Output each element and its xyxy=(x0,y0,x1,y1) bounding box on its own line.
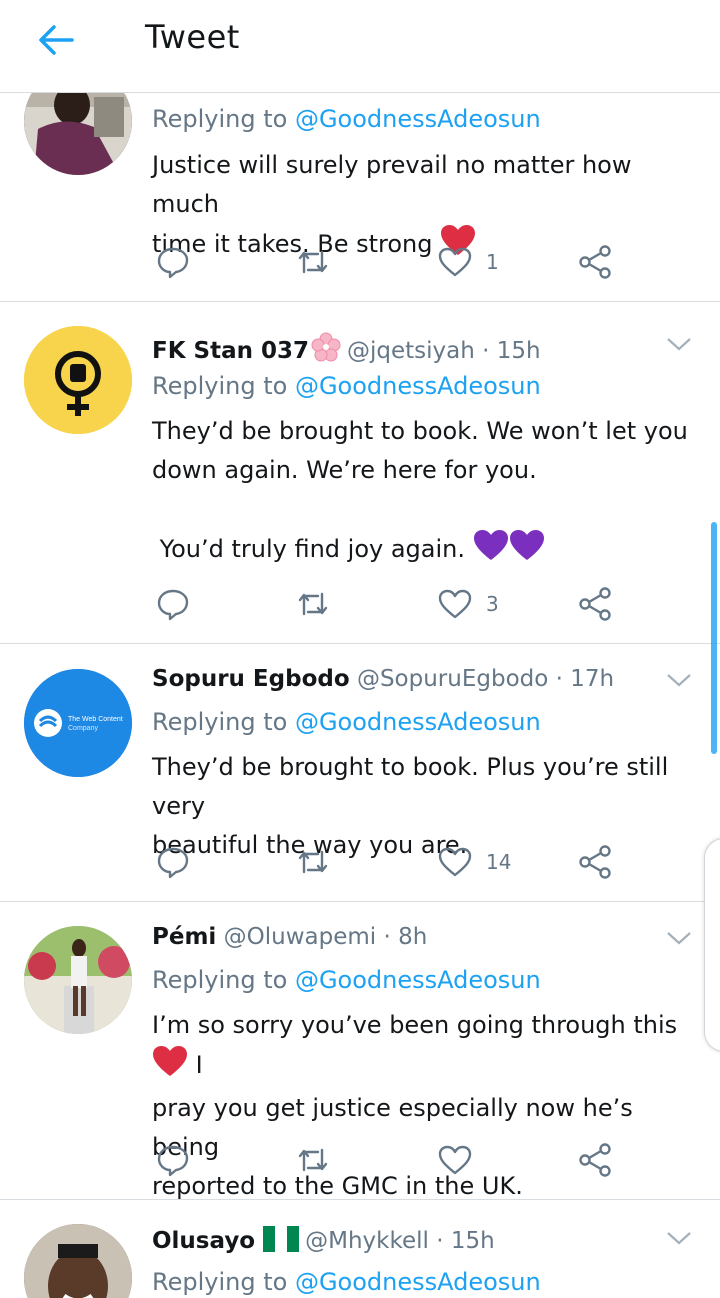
display-name[interactable]: FK Stan 037 xyxy=(152,338,309,364)
mention-link[interactable]: @GoodnessAdeosun xyxy=(295,105,541,133)
replying-to: Replying to @GoodnessAdeosun xyxy=(152,1268,541,1296)
share-icon xyxy=(579,845,611,879)
timestamp: · 17h xyxy=(555,666,615,692)
share-button[interactable] xyxy=(578,242,612,282)
handle[interactable]: @Mhykkell xyxy=(305,1228,429,1254)
replies-feed: Replying to @GoodnessAdeosun Justice wil… xyxy=(0,0,720,1298)
retweet-icon xyxy=(298,592,328,616)
page-title: Tweet xyxy=(145,18,240,56)
share-icon xyxy=(579,1143,611,1177)
replying-to: Replying to @GoodnessAdeosun xyxy=(152,372,541,400)
like-button[interactable] xyxy=(438,1140,472,1180)
retweet-icon xyxy=(298,850,328,874)
share-icon xyxy=(579,245,611,279)
display-name[interactable]: Pémi xyxy=(152,924,216,950)
timestamp: · 8h xyxy=(383,924,428,950)
like-count: 3 xyxy=(486,592,499,616)
share-button[interactable] xyxy=(578,842,612,882)
chevron-down-icon[interactable] xyxy=(666,672,692,688)
tweet-actions xyxy=(152,1140,622,1180)
avatar[interactable]: The Web Content Company xyxy=(24,669,132,777)
purple-heart-emoji xyxy=(473,529,545,573)
mention-link[interactable]: @GoodnessAdeosun xyxy=(295,966,541,994)
replying-to: Replying to @GoodnessAdeosun xyxy=(152,105,541,133)
mention-link[interactable]: @GoodnessAdeosun xyxy=(295,708,541,736)
avatar-logo-text: The Web Content xyxy=(68,716,123,723)
share-icon xyxy=(579,587,611,621)
avatar[interactable] xyxy=(24,326,132,434)
reply-icon xyxy=(157,247,189,279)
heart-icon xyxy=(438,589,472,619)
tweet-header: Sopuru Egbodo @SopuruEgbodo · 17h xyxy=(152,666,614,692)
reply-tweet[interactable]: FK Stan 037 @jqetsiyah · 15h Replying to … xyxy=(0,302,720,644)
like-button[interactable]: 1 xyxy=(438,242,499,282)
reply-button[interactable] xyxy=(156,1140,190,1180)
share-button[interactable] xyxy=(578,1140,612,1180)
edge-panel-handle[interactable] xyxy=(704,838,720,1052)
reply-button[interactable] xyxy=(156,584,190,624)
replying-to: Replying to @GoodnessAdeosun xyxy=(152,708,541,736)
display-name[interactable]: Olusayo xyxy=(152,1228,255,1254)
tweet-actions: 14 xyxy=(152,842,622,882)
back-arrow-icon[interactable] xyxy=(34,18,78,62)
like-button[interactable]: 3 xyxy=(438,584,499,624)
retweet-icon xyxy=(298,1148,328,1172)
chevron-down-icon[interactable] xyxy=(666,336,692,352)
replying-to: Replying to @GoodnessAdeosun xyxy=(152,966,541,994)
reply-tweet[interactable]: Pémi @Oluwapemi · 8h Replying to @Goodne… xyxy=(0,902,720,1200)
display-name[interactable]: Sopuru Egbodo xyxy=(152,666,350,692)
reply-button[interactable] xyxy=(156,842,190,882)
tweet-text: They’d be brought to book. We won’t let … xyxy=(152,412,702,573)
top-bar: Tweet xyxy=(0,0,720,93)
avatar[interactable] xyxy=(24,1224,132,1298)
reply-icon xyxy=(157,589,189,621)
retweet-button[interactable] xyxy=(296,842,330,882)
nigeria-flag-emoji xyxy=(263,1226,300,1258)
tweet-header: Olusayo @Mhykkell · 15h xyxy=(152,1226,495,1258)
reply-icon xyxy=(157,847,189,879)
tweet-actions: 1 xyxy=(152,242,622,282)
tweet-actions: 3 xyxy=(152,584,622,624)
cherry-blossom-emoji xyxy=(311,332,341,368)
retweet-button[interactable] xyxy=(296,584,330,624)
avatar[interactable] xyxy=(24,926,132,1034)
retweet-button[interactable] xyxy=(296,1140,330,1180)
heart-icon xyxy=(438,247,472,277)
handle[interactable]: @Oluwapemi xyxy=(224,924,377,950)
handle[interactable]: @SopuruEgbodo xyxy=(357,666,548,692)
timestamp: · 15h xyxy=(482,338,541,364)
reply-tweet[interactable]: Olusayo @Mhykkell · 15h Replying to @Good… xyxy=(0,1200,720,1298)
chevron-down-icon[interactable] xyxy=(666,1230,692,1246)
share-button[interactable] xyxy=(578,584,612,624)
retweet-button[interactable] xyxy=(296,242,330,282)
tweet-header: Pémi @Oluwapemi · 8h xyxy=(152,924,427,950)
handle[interactable]: @jqetsiyah xyxy=(347,338,475,364)
timestamp: · 15h xyxy=(436,1228,495,1254)
reply-button[interactable] xyxy=(156,242,190,282)
reply-icon xyxy=(157,1145,189,1177)
mention-link[interactable]: @GoodnessAdeosun xyxy=(295,372,541,400)
chevron-down-icon[interactable] xyxy=(666,930,692,946)
red-heart-emoji xyxy=(152,1045,188,1089)
heart-icon xyxy=(438,1145,472,1175)
like-button[interactable]: 14 xyxy=(438,842,511,882)
scrollbar[interactable] xyxy=(711,522,717,754)
like-count: 1 xyxy=(486,250,499,274)
reply-tweet[interactable]: The Web Content Company Sopuru Egbodo @S… xyxy=(0,644,720,902)
like-count: 14 xyxy=(486,850,512,874)
mention-link[interactable]: @GoodnessAdeosun xyxy=(295,1268,541,1296)
retweet-icon xyxy=(298,250,328,274)
heart-icon xyxy=(438,847,472,877)
tweet-header: FK Stan 037 @jqetsiyah · 15h xyxy=(152,332,541,368)
avatar-logo-text: Company xyxy=(68,725,98,732)
